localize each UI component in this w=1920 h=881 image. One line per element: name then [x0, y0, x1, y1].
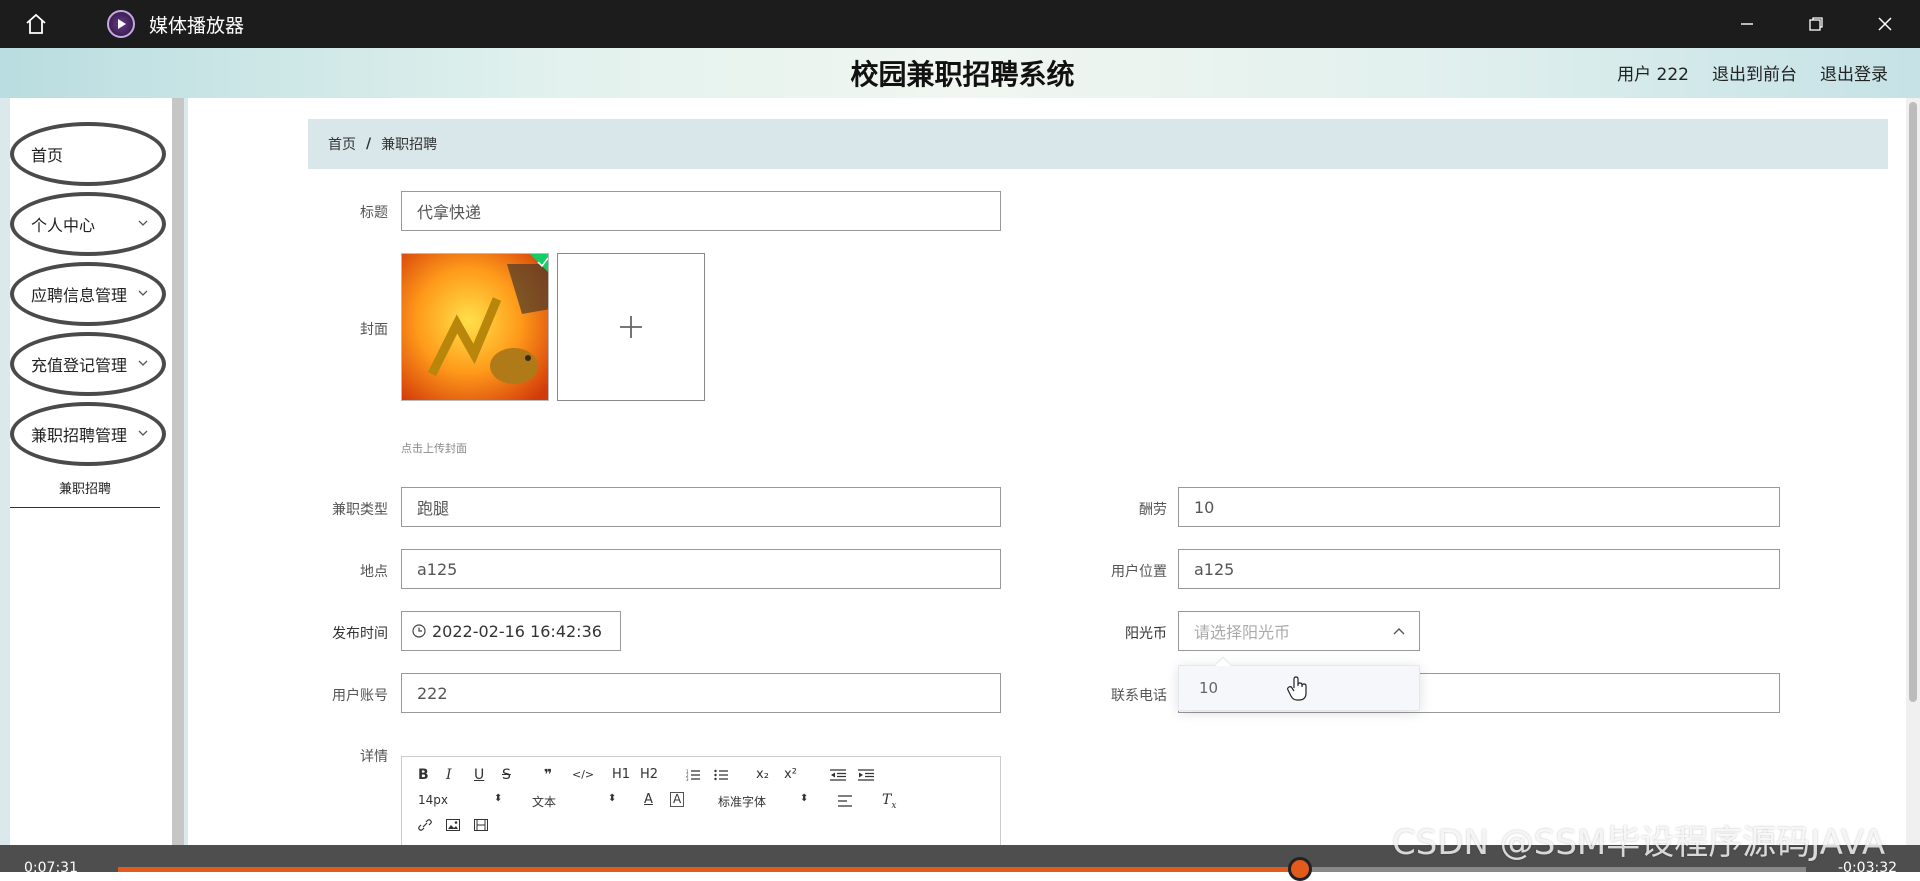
- scrollbar-thumb[interactable]: [1909, 102, 1917, 702]
- sidebar-item-label: 兼职招聘管理: [31, 426, 128, 445]
- watermark: CSDN @SSM毕设程序源码JAVA: [1392, 823, 1886, 863]
- clear-format-icon[interactable]: Tx: [882, 792, 896, 811]
- font-family-select[interactable]: 标准字体: [718, 793, 766, 810]
- sidebar-item-label: 首页: [31, 146, 64, 165]
- sidebar-subitem-parttime-recruit[interactable]: 兼职招聘: [10, 468, 160, 508]
- background-color-icon[interactable]: A: [670, 792, 685, 807]
- seek-progress: [118, 867, 1300, 872]
- subscript-button[interactable]: x₂: [756, 767, 769, 782]
- user-position-input[interactable]: a125: [1178, 549, 1780, 589]
- italic-button[interactable]: I: [446, 767, 452, 783]
- account-input[interactable]: 222: [401, 673, 1001, 713]
- video-icon[interactable]: [474, 819, 488, 831]
- breadcrumb-separator: /: [366, 136, 372, 152]
- account-label: 用户账号: [332, 688, 388, 704]
- svg-text:3: 3: [686, 777, 689, 781]
- title-input[interactable]: 代拿快递: [401, 191, 1001, 231]
- coin-option[interactable]: 10: [1199, 679, 1218, 697]
- user-label: 用户 222: [1617, 65, 1689, 85]
- seek-track[interactable]: [118, 867, 1806, 872]
- sidebar-item-parttime-management[interactable]: 兼职招聘管理: [10, 402, 166, 466]
- pay-label: 酬劳: [1139, 502, 1167, 518]
- outdent-icon[interactable]: [830, 769, 846, 781]
- cover-upload-hint: 点击上传封面: [401, 442, 467, 455]
- sidebar-item-home[interactable]: 首页: [10, 122, 166, 186]
- media-player-icon: [107, 10, 135, 38]
- chevron-down-icon: [138, 360, 148, 366]
- app-title: 媒体播放器: [149, 14, 245, 37]
- image-icon[interactable]: [446, 819, 460, 831]
- coin-label: 阳光币: [1125, 626, 1167, 642]
- publish-time-picker[interactable]: 2022-02-16 16:42:36: [401, 611, 621, 651]
- font-color-icon[interactable]: A: [644, 792, 653, 807]
- underline-button[interactable]: U: [474, 767, 484, 783]
- restore-icon[interactable]: [1781, 0, 1851, 48]
- coin-dropdown: 10: [1178, 656, 1420, 711]
- coin-select[interactable]: 请选择阳光币: [1178, 611, 1420, 651]
- breadcrumb-home[interactable]: 首页: [328, 134, 356, 154]
- sidebar-divider: [172, 98, 184, 850]
- page-scrollbar[interactable]: [1906, 98, 1920, 850]
- h1-button[interactable]: H1: [612, 767, 630, 782]
- window-titlebar: 媒体播放器: [0, 0, 1920, 48]
- code-block-button[interactable]: </>: [572, 768, 594, 781]
- elapsed-time: 0:07:31: [24, 860, 78, 876]
- chevron-up-icon: [1393, 628, 1405, 635]
- sidebar-item-label: 充值登记管理: [31, 356, 128, 375]
- system-header: 校园兼职招聘系统 用户 222 退出到前台 退出登录: [0, 48, 1920, 98]
- user-position-label: 用户位置: [1111, 564, 1167, 580]
- font-family-arrows-icon: ⬍: [800, 793, 809, 804]
- breadcrumb: 首页 / 兼职招聘: [308, 119, 1888, 169]
- cover-label: 封面: [360, 322, 388, 338]
- bold-button[interactable]: B: [418, 767, 429, 783]
- font-size-arrows-icon: ⬍: [494, 793, 503, 804]
- sidebar-item-recharge-management[interactable]: 充值登记管理: [10, 332, 166, 396]
- text-style-select[interactable]: 文本: [532, 793, 556, 810]
- seek-handle[interactable]: [1287, 857, 1312, 881]
- chevron-down-icon: [138, 430, 148, 436]
- strike-button[interactable]: S: [502, 767, 511, 783]
- indent-icon[interactable]: [858, 769, 874, 781]
- chevron-down-icon: [138, 290, 148, 296]
- coin-select-placeholder: 请选择阳光币: [1194, 623, 1291, 642]
- home-icon[interactable]: [21, 9, 51, 39]
- cover-image[interactable]: [401, 253, 549, 401]
- sidebar-item-label: 个人中心: [31, 216, 96, 235]
- h2-button[interactable]: H2: [640, 767, 658, 782]
- sidebar-item-personal-center[interactable]: 个人中心: [10, 192, 166, 256]
- logout-link[interactable]: 退出登录: [1820, 60, 1888, 85]
- publish-time-label: 发布时间: [332, 626, 388, 642]
- bullet-list-icon[interactable]: [714, 769, 728, 781]
- align-icon[interactable]: [838, 795, 852, 807]
- sidebar-item-application-management[interactable]: 应聘信息管理: [10, 262, 166, 326]
- detail-label: 详情: [360, 749, 388, 765]
- upload-add-button[interactable]: [557, 253, 705, 401]
- minimize-icon[interactable]: [1712, 0, 1782, 48]
- text-style-arrows-icon: ⬍: [608, 793, 617, 804]
- font-size-select[interactable]: 14px: [418, 793, 448, 807]
- place-label: 地点: [360, 564, 388, 580]
- superscript-button[interactable]: x²: [784, 767, 797, 782]
- ordered-list-icon[interactable]: 123: [686, 769, 700, 781]
- close-icon[interactable]: [1850, 0, 1920, 48]
- type-label: 兼职类型: [332, 502, 388, 518]
- title-label: 标题: [360, 205, 388, 221]
- publish-time-value: 2022-02-16 16:42:36: [432, 621, 602, 641]
- place-input[interactable]: a125: [401, 549, 1001, 589]
- type-input[interactable]: 跑腿: [401, 487, 1001, 527]
- exit-to-front-link[interactable]: 退出到前台: [1712, 60, 1797, 85]
- pay-input[interactable]: 10: [1178, 487, 1780, 527]
- sidebar-item-label: 应聘信息管理: [31, 286, 128, 305]
- phone-label: 联系电话: [1111, 688, 1167, 704]
- breadcrumb-current: 兼职招聘: [381, 137, 438, 153]
- chevron-down-icon: [138, 220, 148, 226]
- blockquote-button[interactable]: ❞: [544, 767, 552, 783]
- plus-icon: [620, 316, 642, 338]
- clock-icon: [412, 624, 426, 638]
- link-icon[interactable]: [418, 819, 432, 831]
- hand-cursor-icon: [1287, 676, 1307, 701]
